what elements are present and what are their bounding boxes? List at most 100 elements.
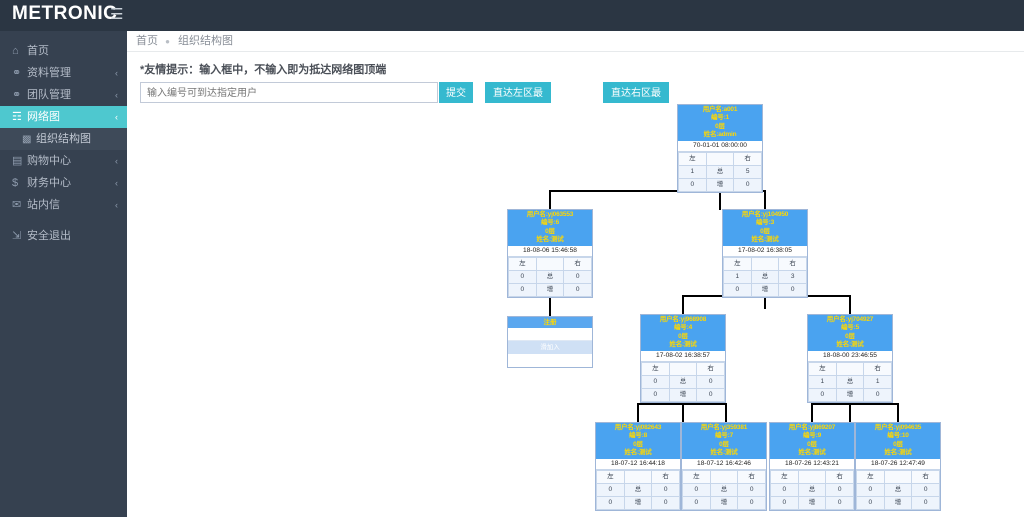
- node-date: 18-07-26 12:43:21: [770, 458, 854, 470]
- sidebar-subitem-org-chart[interactable]: ▩ 组织结构图: [0, 128, 127, 150]
- sidebar-item-finance-center[interactable]: $ 财务中心 ‹: [0, 172, 127, 194]
- register-blank-row-1: [508, 328, 592, 341]
- add-left: 0: [678, 177, 707, 192]
- node-stats-table: 左 右 0 总 0 0 增 0: [641, 361, 725, 402]
- col-mid-header: [705, 151, 735, 166]
- search-input-wrapper[interactable]: [140, 82, 438, 103]
- total-left: 0: [770, 482, 799, 497]
- tree-node[interactable]: 用户名:a001 编号:1 0层 姓名:admin 70-01-01 08:00…: [677, 104, 763, 193]
- sidebar-item-label: 财务中心: [27, 177, 71, 189]
- tree-node[interactable]: 用户名:yj869207 编号:9 0层 姓名:测试 18-07-26 12:4…: [769, 422, 855, 511]
- user-code-input[interactable]: [141, 84, 437, 103]
- node-header: 用户名:yj968908 编号:4 0层 姓名:测试: [641, 315, 725, 351]
- add-left: 0: [641, 387, 670, 402]
- node-stats-table: 左 右 0 总 0 0 增 0: [682, 469, 766, 510]
- tree-node[interactable]: 用户名:yj104950 编号:3 0层 姓名:测试 17-08-02 16:3…: [722, 209, 808, 298]
- connector-n2-to-stub: [549, 295, 551, 316]
- tree-node[interactable]: 用户名:yj704927 编号:5 0层 姓名:测试 18-08-00 23:4…: [807, 314, 893, 403]
- node-header: 用户名:yj704927 编号:5 0层 姓名:测试: [808, 315, 892, 351]
- tree-node[interactable]: 用户名:yj063553 编号:6 0层 姓名:测试 18-08-06 15:4…: [507, 209, 593, 298]
- sidebar-item-logout[interactable]: ⇲ 安全退出: [0, 225, 127, 247]
- goto-left-bottom-button[interactable]: 直达左区最底层: [485, 82, 551, 120]
- tree-node[interactable]: 用户名:yj082643 编号:8 0层 姓名:测试 18-07-12 16:4…: [595, 422, 681, 511]
- connector-to-n5: [849, 295, 851, 314]
- add-left: 0: [508, 282, 537, 297]
- add-label: 增: [623, 495, 653, 510]
- connector-n4-horizontal: [637, 403, 727, 405]
- sidebar-item-label: 资料管理: [27, 67, 71, 79]
- sidebar-item-home[interactable]: ⌂ 首页: [0, 40, 127, 62]
- col-right-header: 右: [911, 469, 940, 484]
- sitemap-icon: ☶: [12, 111, 22, 123]
- add-right: 0: [737, 495, 766, 510]
- col-mid-header: [750, 256, 780, 271]
- node-header: 用户名:yj082643 编号:8 0层 姓名:测试: [596, 423, 680, 459]
- node-header: 用户名:yj869207 编号:9 0层 姓名:测试: [770, 423, 854, 459]
- node-stats-table: 左 右 0 总 0 0 增 0: [770, 469, 854, 510]
- add-right: 0: [696, 387, 725, 402]
- add-label: 增: [705, 177, 735, 192]
- register-placeholder-node[interactable]: 注册 滑加入: [507, 316, 593, 368]
- total-right: 1: [863, 374, 892, 389]
- node-code: 编号:10: [887, 432, 909, 440]
- col-left-header: 左: [808, 361, 837, 376]
- node-name: 姓名:测试: [624, 449, 652, 457]
- dollar-icon: $: [12, 177, 19, 189]
- bar-chart-icon: ▩: [22, 134, 32, 145]
- node-header: 用户名:yj359381 编号:7 0层 姓名:测试: [682, 423, 766, 459]
- node-name: 姓名:测试: [836, 341, 864, 349]
- chevron-left-icon: ‹: [115, 90, 118, 100]
- sidebar-top-spacer: [0, 31, 127, 40]
- app-brand-logo: METRONIC: [12, 3, 118, 24]
- total-right: 0: [696, 374, 725, 389]
- node-stats-table: 左 右 0 总 0 0 增 0: [856, 469, 940, 510]
- search-toolbar: 提交 直达左区最底层 直达右区最底层: [140, 82, 1024, 120]
- tree-node[interactable]: 用户名:yj968908 编号:4 0层 姓名:测试 17-08-02 16:3…: [640, 314, 726, 403]
- join-label[interactable]: 滑加入: [508, 341, 592, 354]
- node-header: 用户名:yj094635 编号:10 0层 姓名:测试: [856, 423, 940, 459]
- col-right-header: 右: [563, 256, 592, 271]
- sidebar-item-profile-management[interactable]: ⚭ 资料管理 ‹: [0, 62, 127, 84]
- total-left: 0: [682, 482, 711, 497]
- node-code: 编号:8: [629, 432, 647, 440]
- node-level: 0层: [845, 332, 855, 340]
- sidebar-item-network-diagram[interactable]: ☶ 网络图 ‹: [0, 106, 127, 128]
- chevron-left-icon: ‹: [115, 68, 118, 78]
- breadcrumb: 首页 ● 组织结构图: [127, 31, 1024, 52]
- total-left: 0: [856, 482, 885, 497]
- tree-node[interactable]: 用户名:yj094635 编号:10 0层 姓名:测试 18-07-26 12:…: [855, 422, 941, 511]
- breadcrumb-home-link[interactable]: 首页: [136, 35, 158, 47]
- tree-node[interactable]: 用户名:yj359381 编号:7 0层 姓名:测试 18-07-12 16:4…: [681, 422, 767, 511]
- submit-button[interactable]: 提交: [439, 82, 473, 103]
- total-left: 1: [678, 164, 707, 179]
- node-level: 0层: [678, 332, 688, 340]
- sidebar-item-team-management[interactable]: ⚭ 团队管理 ‹: [0, 84, 127, 106]
- col-right-header: 右: [825, 469, 854, 484]
- connector-to-n7: [725, 403, 727, 422]
- logout-icon: ⇲: [12, 230, 22, 242]
- sidebar-item-inbox[interactable]: ✉ 站内信 ‹: [0, 194, 127, 216]
- total-label: 总: [623, 482, 653, 497]
- total-label: 总: [535, 269, 565, 284]
- node-level: 0层: [807, 440, 817, 448]
- sidebar-item-shopping-center[interactable]: ▤ 购物中心 ‹: [0, 150, 127, 172]
- goto-right-bottom-button[interactable]: 直达右区最底层: [603, 82, 669, 120]
- add-label: 增: [750, 282, 780, 297]
- col-mid-header: [535, 256, 565, 271]
- sidebar-item-label: 网络图: [27, 111, 60, 123]
- node-name: 姓名:测试: [751, 236, 779, 244]
- connector-to-n4: [682, 295, 684, 314]
- col-mid-header: [709, 469, 739, 484]
- hamburger-icon[interactable]: ☰: [110, 7, 123, 22]
- col-left-header: 左: [596, 469, 625, 484]
- register-label[interactable]: 注册: [508, 317, 592, 328]
- col-right-header: 右: [733, 151, 762, 166]
- cart-icon: ▤: [12, 155, 23, 167]
- node-name: 姓名:admin: [703, 131, 737, 139]
- node-date: 18-07-12 16:42:46: [682, 458, 766, 470]
- sidebar-item-label: 团队管理: [27, 89, 71, 101]
- connector-to-n6: [637, 403, 639, 422]
- add-right: 0: [825, 495, 854, 510]
- users-icon: ⚭: [12, 89, 22, 101]
- add-label: 增: [883, 495, 913, 510]
